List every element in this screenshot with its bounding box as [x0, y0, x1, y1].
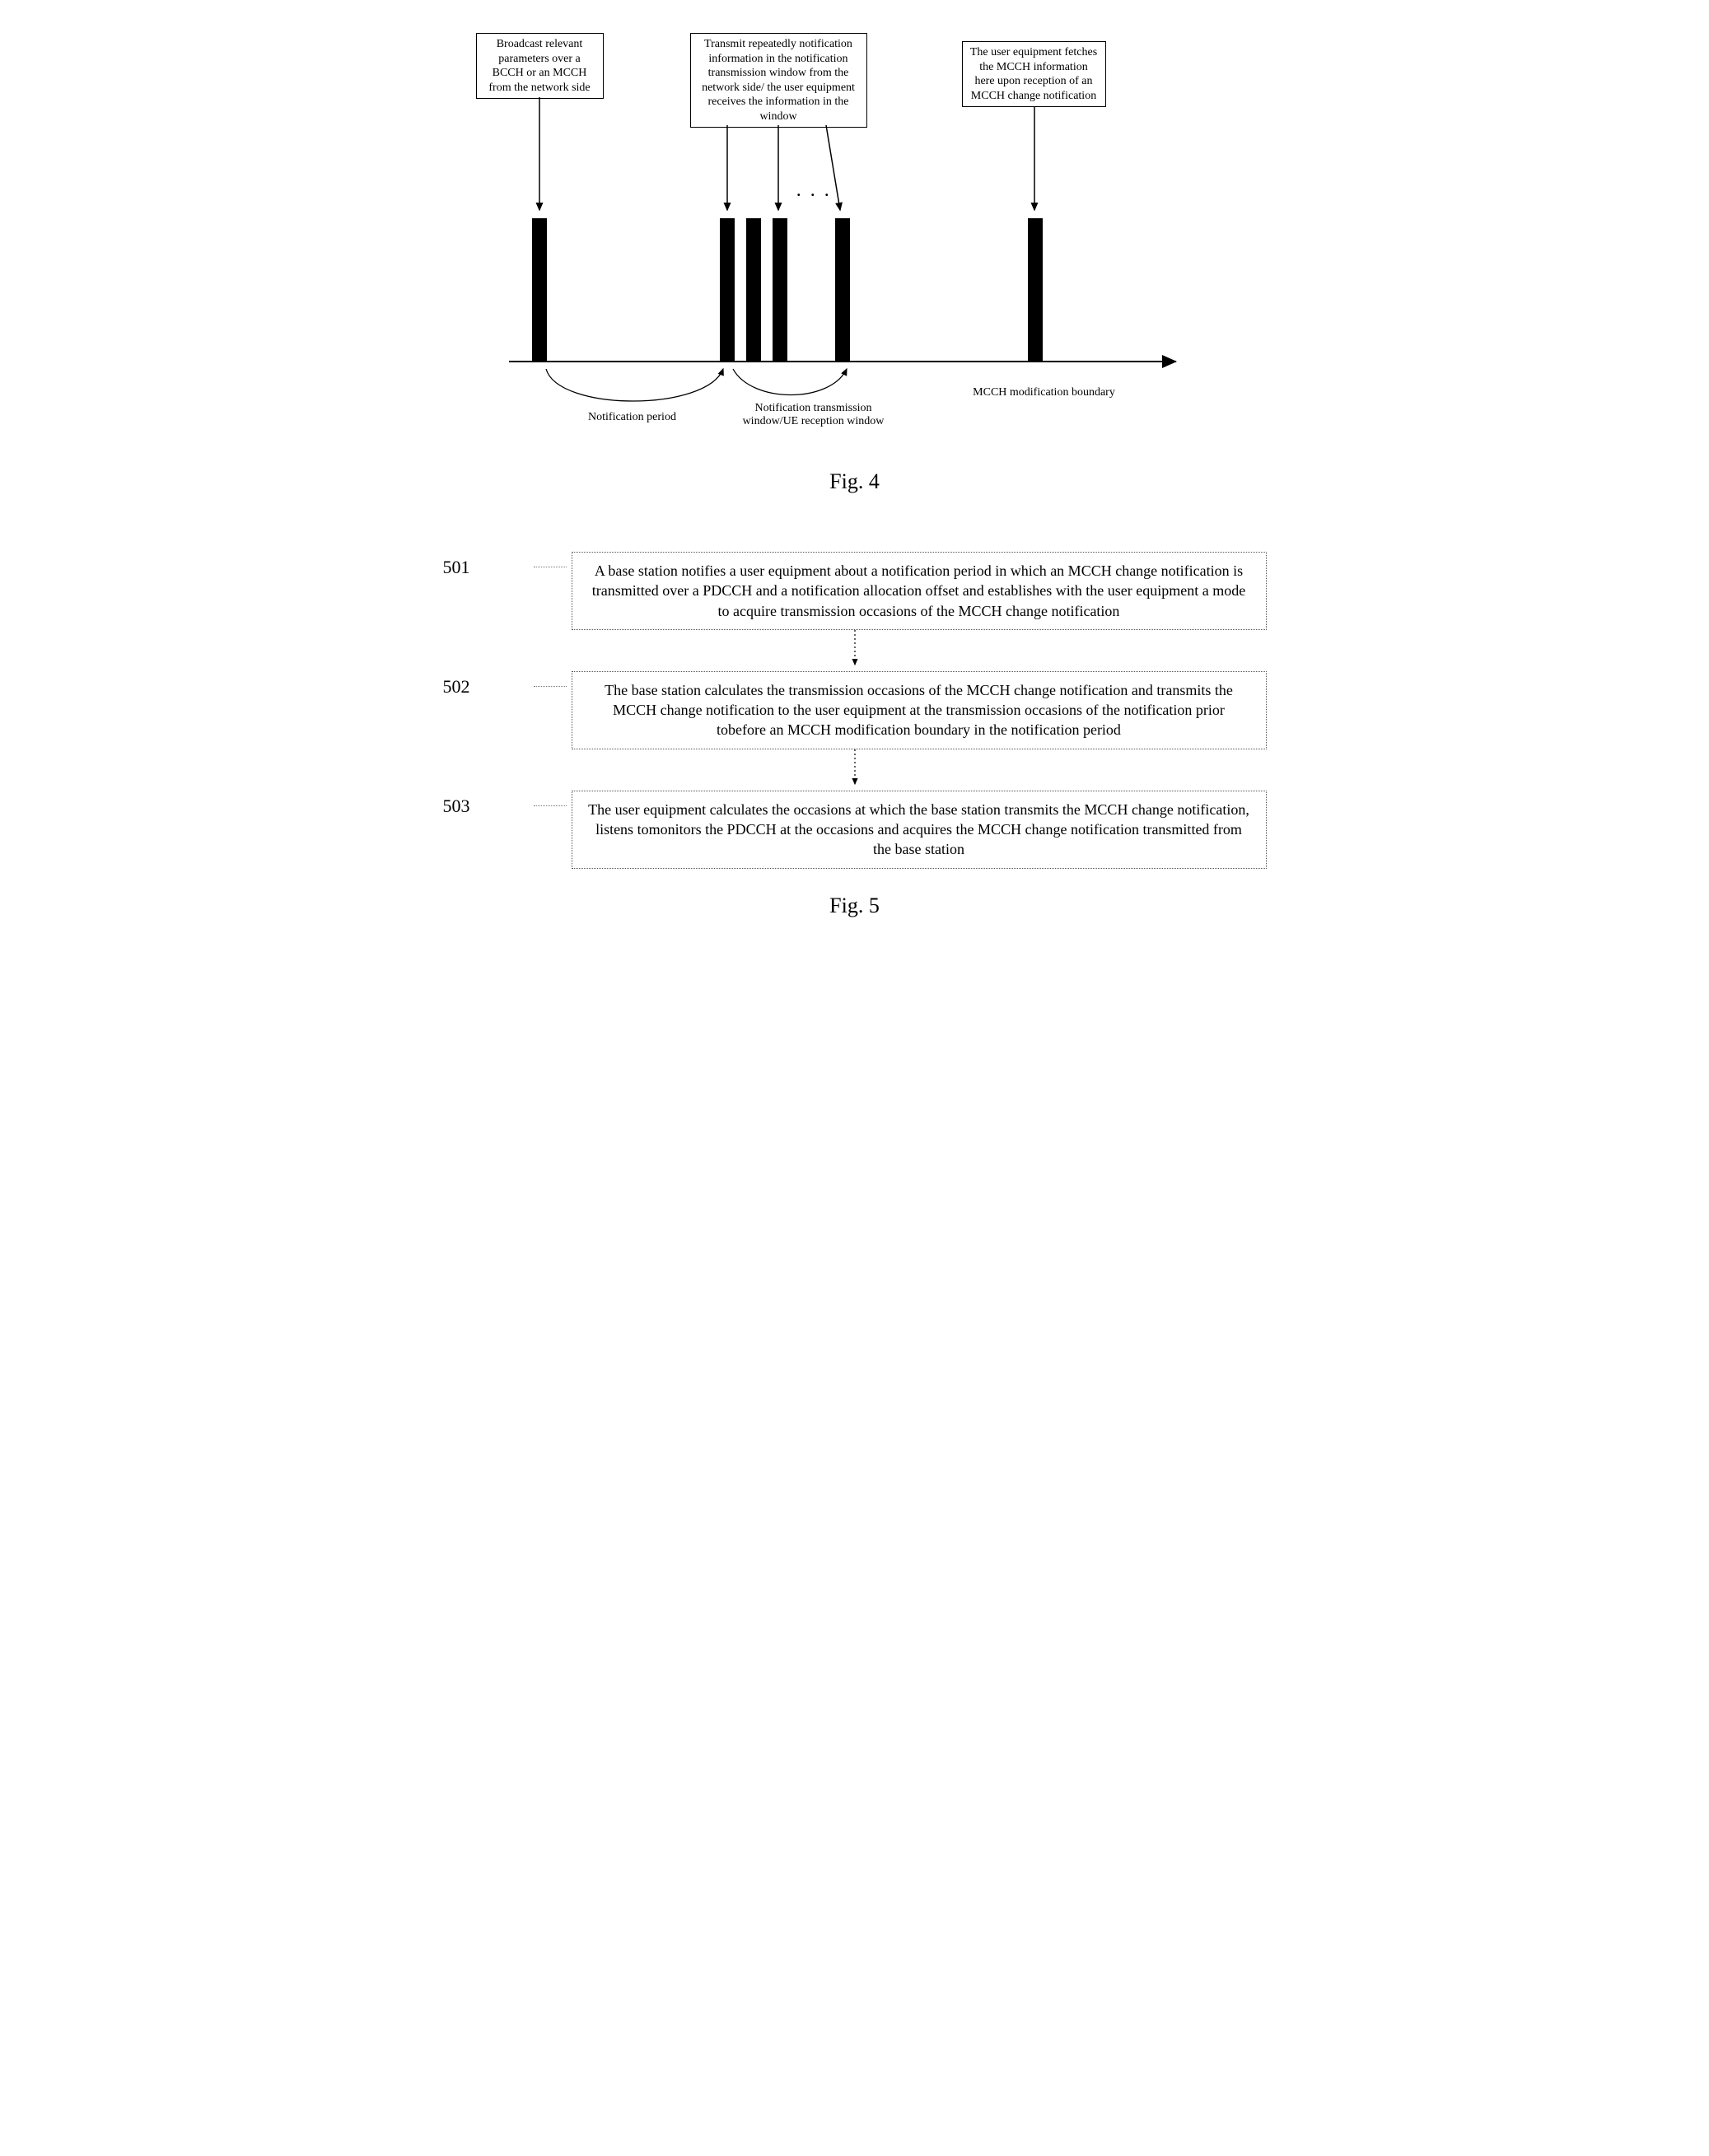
figure-5: 501 A base station notifies a user equip…	[443, 552, 1267, 869]
fig4-box3-text: The user equipment fetches the MCCH info…	[970, 46, 1097, 102]
leader-line	[534, 805, 567, 806]
label-modification-boundary: MCCH modification boundary	[970, 386, 1118, 399]
step-number-text: 503	[443, 796, 470, 816]
flow-step-501: 501 A base station notifies a user equip…	[443, 552, 1267, 630]
ellipsis-icon: . . .	[797, 183, 833, 200]
step-number-text: 502	[443, 676, 470, 697]
fig4-bar	[1028, 218, 1043, 362]
label-transmission-window: Notification transmission window/UE rece…	[727, 402, 900, 428]
figure-4: Broadcast relevant parameters over a BCC…	[443, 33, 1267, 461]
figure-5-caption: Fig. 5	[443, 894, 1267, 918]
step-box: The base station calculates the transmis…	[572, 671, 1267, 749]
step-number: 502	[443, 671, 534, 698]
fig4-box-fetch: The user equipment fetches the MCCH info…	[962, 41, 1106, 107]
step-text: A base station notifies a user equipment…	[592, 562, 1245, 619]
step-text: The base station calculates the transmis…	[605, 682, 1233, 739]
step-number: 503	[443, 791, 534, 817]
flow-step-502: 502 The base station calculates the tran…	[443, 671, 1267, 749]
figure-4-caption: Fig. 4	[443, 469, 1267, 494]
fig4-bar	[746, 218, 761, 362]
fig4-bar	[532, 218, 547, 362]
fig4-bar	[835, 218, 850, 362]
step-number-text: 501	[443, 557, 470, 577]
flow-step-503: 503 The user equipment calculates the oc…	[443, 791, 1267, 869]
step-box: A base station notifies a user equipment…	[572, 552, 1267, 630]
fig4-box-broadcast: Broadcast relevant parameters over a BCC…	[476, 33, 604, 99]
fig4-box-transmit: Transmit repeatedly notification informa…	[690, 33, 867, 128]
flow-connector	[443, 749, 1267, 791]
step-text: The user equipment calculates the occasi…	[588, 801, 1249, 858]
step-box: The user equipment calculates the occasi…	[572, 791, 1267, 869]
step-number: 501	[443, 552, 534, 578]
fig4-bar	[720, 218, 735, 362]
fig4-box2-text: Transmit repeatedly notification informa…	[702, 38, 855, 123]
fig4-bar	[773, 218, 787, 362]
fig4-box1-text: Broadcast relevant parameters over a BCC…	[488, 38, 590, 94]
leader-line	[534, 686, 567, 687]
time-axis-arrow	[509, 361, 1176, 362]
label-notification-period: Notification period	[567, 411, 698, 424]
flow-connector	[443, 630, 1267, 671]
